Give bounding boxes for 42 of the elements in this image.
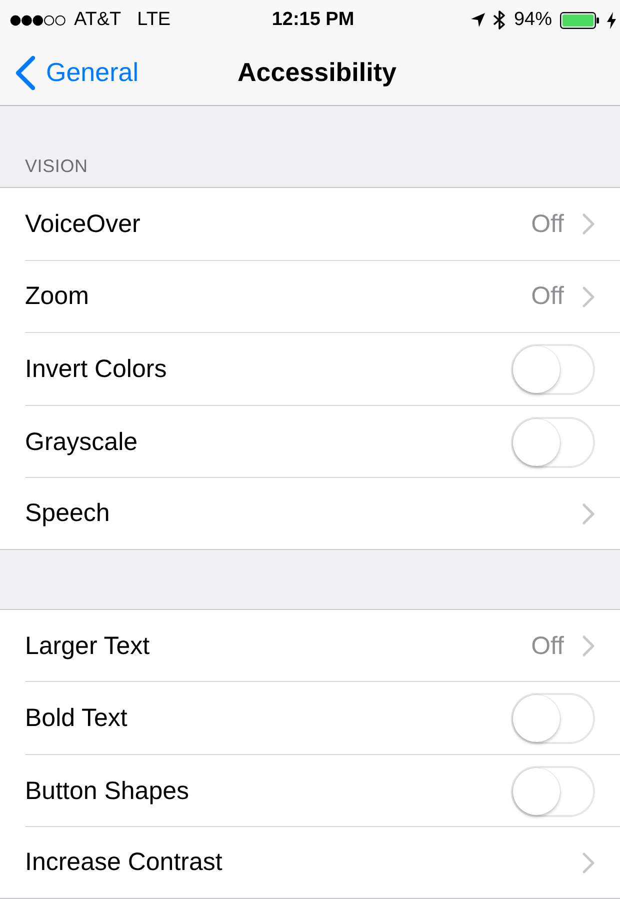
row-label: Larger Text bbox=[25, 632, 150, 661]
clock-time: 12:15 PM bbox=[272, 9, 354, 31]
row-label: Invert Colors bbox=[25, 354, 167, 384]
chevron-right-icon bbox=[582, 502, 595, 525]
settings-row[interactable]: Grayscale bbox=[0, 406, 620, 478]
settings-row[interactable]: Button Shapes bbox=[0, 754, 620, 828]
signal-strength-icon bbox=[10, 14, 66, 26]
row-value: Off bbox=[531, 282, 564, 312]
toggle-switch[interactable] bbox=[511, 416, 595, 468]
location-arrow-icon bbox=[470, 13, 485, 27]
row-label: Button Shapes bbox=[25, 776, 190, 806]
settings-row[interactable]: VoiceOver Off bbox=[0, 188, 620, 261]
row-label: Speech bbox=[25, 499, 110, 528]
settings-row[interactable]: Larger Text Off bbox=[0, 610, 620, 682]
row-label: Increase Contrast bbox=[25, 848, 222, 878]
bluetooth-icon bbox=[492, 10, 506, 30]
battery-icon bbox=[560, 12, 599, 28]
row-label: Zoom bbox=[25, 282, 89, 312]
carrier-name: AT&T bbox=[74, 9, 122, 31]
row-value: Off bbox=[531, 632, 564, 661]
chevron-right-icon bbox=[582, 286, 595, 308]
chevron-right-icon bbox=[582, 635, 595, 658]
toggle-switch[interactable] bbox=[511, 693, 595, 744]
section-header: VISION bbox=[25, 156, 88, 177]
settings-row[interactable]: Bold Text bbox=[0, 682, 620, 755]
chevron-right-icon bbox=[582, 852, 595, 874]
page-title: Accessibility bbox=[238, 57, 396, 88]
row-label: Grayscale bbox=[25, 428, 138, 457]
network-type: LTE bbox=[137, 9, 171, 31]
row-value: Off bbox=[531, 210, 564, 239]
toggle-switch[interactable] bbox=[511, 344, 595, 395]
settings-row[interactable]: Invert Colors bbox=[0, 333, 620, 406]
row-label: Bold Text bbox=[25, 704, 128, 734]
row-label: VoiceOver bbox=[25, 210, 140, 239]
settings-row[interactable]: Zoom Off bbox=[0, 260, 620, 334]
settings-row[interactable]: Speech bbox=[0, 478, 620, 549]
back-chevron-icon bbox=[14, 54, 36, 90]
back-button[interactable]: General bbox=[14, 54, 138, 90]
chevron-right-icon bbox=[582, 213, 595, 236]
settings-row[interactable]: Increase Contrast bbox=[0, 827, 620, 898]
toggle-switch[interactable] bbox=[511, 766, 595, 817]
battery-percent: 94% bbox=[514, 9, 552, 31]
